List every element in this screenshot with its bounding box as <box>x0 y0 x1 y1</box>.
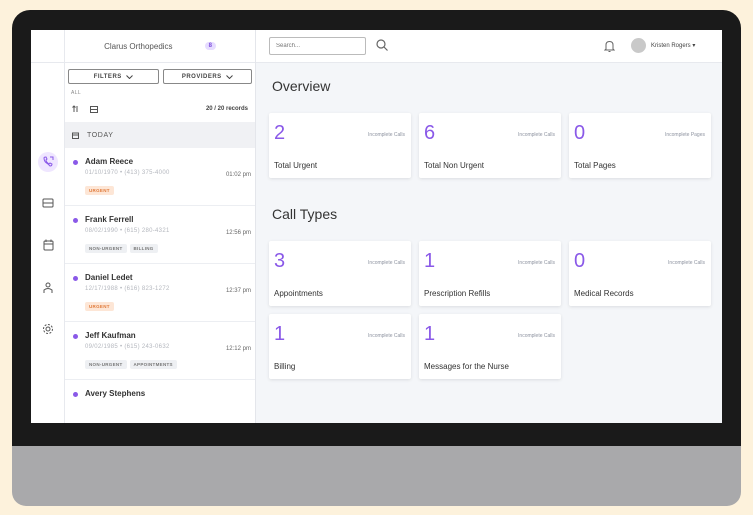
search-icon[interactable] <box>376 39 388 51</box>
all-filter-label: ALL <box>71 90 82 96</box>
patient-info: 01/10/1970 • (413) 375-4000 <box>85 170 170 176</box>
stat-value: 6 <box>424 122 436 144</box>
status-badge: URGENT <box>85 186 114 195</box>
stat-sublabel: Incomplete Calls <box>518 333 555 339</box>
stat-label: Medical Records <box>574 289 634 298</box>
stat-label: Total Urgent <box>274 161 318 170</box>
stat-card[interactable]: 0 Incomplete Calls Medical Records <box>569 241 711 306</box>
search-input[interactable] <box>269 37 366 55</box>
list-item[interactable]: Avery Stephens <box>65 380 255 423</box>
top-bar: Kristen Rogers ▾ <box>256 30 722 63</box>
filters-button[interactable]: FILTERS <box>68 69 159 84</box>
stat-value: 1 <box>274 323 286 345</box>
sort-icon[interactable] <box>72 105 80 113</box>
stat-card[interactable]: 1 Incomplete Calls Billing <box>269 314 411 379</box>
patient-name: Avery Stephens <box>85 389 146 398</box>
call-list-panel: Clarus Orthopedics 8 FILTERS PROVIDERS A… <box>65 30 256 423</box>
stat-label: Appointments <box>274 289 323 298</box>
unread-dot <box>73 218 78 223</box>
unread-dot <box>73 276 78 281</box>
list-item[interactable]: Daniel Ledet 12/17/1988 • (616) 823-1272… <box>65 264 255 322</box>
call-entries: Adam Reece 01/10/1970 • (413) 375-4000 0… <box>65 148 255 423</box>
patient-info: 12/17/1988 • (616) 823-1272 <box>85 286 170 292</box>
list-item[interactable]: Adam Reece 01/10/1970 • (413) 375-4000 0… <box>65 148 255 206</box>
stat-sublabel: Incomplete Pages <box>664 132 705 138</box>
list-item[interactable]: Frank Ferrell 08/02/1990 • (615) 280-432… <box>65 206 255 264</box>
monitor-chin <box>12 446 741 506</box>
call-types-title: Call Types <box>272 206 338 222</box>
overview-title: Overview <box>272 78 331 94</box>
stat-sublabel: Incomplete Calls <box>668 260 705 266</box>
today-group-header: TODAY <box>65 122 255 148</box>
patient-name: Daniel Ledet <box>85 273 133 282</box>
call-time: 12:37 pm <box>225 288 251 294</box>
call-time: 12:56 pm <box>225 230 251 236</box>
calendar-icon <box>72 132 79 139</box>
records-count: 20 / 20 records <box>205 106 248 112</box>
stat-sublabel: Incomplete Calls <box>368 333 405 339</box>
call-time: 01:02 pm <box>225 172 251 178</box>
status-badge: NON-URGENT <box>85 244 127 253</box>
stat-card[interactable]: 6 Incomplete Calls Total Non Urgent <box>419 113 561 178</box>
patient-info: 08/02/1990 • (615) 280-4321 <box>85 228 170 234</box>
unread-dot <box>73 392 78 397</box>
app-screen: Clarus Orthopedics 8 FILTERS PROVIDERS A… <box>31 30 722 423</box>
icon-rail <box>31 30 65 423</box>
inbox-icon[interactable] <box>38 193 58 213</box>
patient-info: 09/02/1985 • (615) 243-0632 <box>85 344 170 350</box>
stat-card[interactable]: 3 Incomplete Calls Appointments <box>269 241 411 306</box>
stat-card[interactable]: 0 Incomplete Pages Total Pages <box>569 113 711 178</box>
patient-name: Frank Ferrell <box>85 215 134 224</box>
status-badge: NON-URGENT <box>85 360 127 369</box>
stat-card[interactable]: 1 Incomplete Calls Prescription Refills <box>419 241 561 306</box>
patient-name: Adam Reece <box>85 157 134 166</box>
stat-value: 1 <box>424 250 436 272</box>
stat-sublabel: Incomplete Calls <box>518 132 555 138</box>
stat-label: Prescription Refills <box>424 289 491 298</box>
stat-card[interactable]: 2 Incomplete Calls Total Urgent <box>269 113 411 178</box>
chevron-down-icon <box>225 74 233 79</box>
call-time: 12:12 pm <box>225 346 251 352</box>
status-badge: APPOINTMENTS <box>129 360 177 369</box>
status-badge: BILLING <box>129 244 158 253</box>
stat-label: Messages for the Nurse <box>424 362 509 371</box>
stat-value: 2 <box>274 122 286 144</box>
clinic-header[interactable]: Clarus Orthopedics 8 <box>65 30 255 63</box>
providers-button[interactable]: PROVIDERS <box>162 69 252 84</box>
clinic-name: Clarus Orthopedics <box>104 41 173 51</box>
stat-sublabel: Incomplete Calls <box>518 260 555 266</box>
chevron-down-icon <box>125 74 133 79</box>
user-menu[interactable]: Kristen Rogers ▾ <box>651 42 695 49</box>
patient-name: Jeff Kaufman <box>85 331 136 340</box>
calls-icon[interactable] <box>38 152 58 172</box>
avatar[interactable] <box>631 38 646 53</box>
list-item[interactable]: Jeff Kaufman 09/02/1985 • (615) 243-0632… <box>65 322 255 380</box>
list-view-icon[interactable] <box>90 105 98 113</box>
stat-label: Total Pages <box>574 161 616 170</box>
stat-value: 0 <box>574 250 586 272</box>
users-icon[interactable] <box>38 278 58 298</box>
settings-gear-icon[interactable] <box>38 319 58 339</box>
stat-label: Total Non Urgent <box>424 161 485 170</box>
clinic-badge: 8 <box>204 42 216 50</box>
calendar-icon[interactable] <box>38 235 58 255</box>
stat-value: 1 <box>424 323 436 345</box>
stat-value: 3 <box>274 250 286 272</box>
unread-dot <box>73 334 78 339</box>
stat-sublabel: Incomplete Calls <box>368 260 405 266</box>
bell-icon[interactable] <box>604 40 615 52</box>
stat-label: Billing <box>274 362 296 371</box>
stat-value: 0 <box>574 122 586 144</box>
stat-sublabel: Incomplete Calls <box>368 132 405 138</box>
stat-card[interactable]: 1 Incomplete Calls Messages for the Nurs… <box>419 314 561 379</box>
status-badge: URGENT <box>85 302 114 311</box>
unread-dot <box>73 160 78 165</box>
